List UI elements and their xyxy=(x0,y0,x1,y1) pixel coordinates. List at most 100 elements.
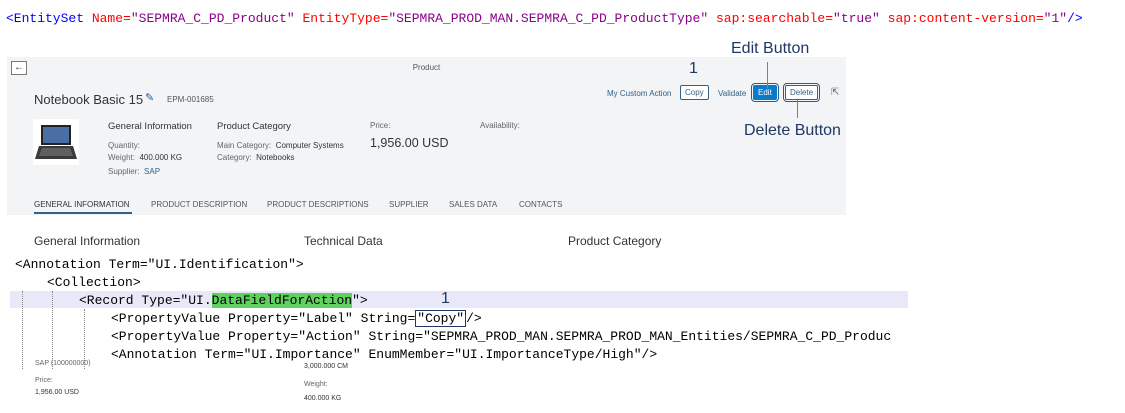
xml-val: "Label" xyxy=(298,311,353,326)
xml-attr: Property= xyxy=(220,311,299,326)
faded-supplier-text: SAP (100000000) xyxy=(35,360,91,367)
delete-button-callout: Delete Button xyxy=(744,122,841,139)
xml-collection-line: <Collection> xyxy=(47,275,141,290)
weight-value: 400.000 KG xyxy=(139,153,183,162)
object-id: EPM-001685 xyxy=(167,95,214,104)
marker-one-top: 1 xyxy=(689,60,698,77)
general-info-title: General Information xyxy=(108,121,192,132)
xml-val-entitytype: "SEPMRA_PROD_MAN.SEPMRA_C_PD_ProductType… xyxy=(388,11,709,26)
share-icon[interactable]: ⇱ xyxy=(831,87,839,98)
xml-action-property-line: <PropertyValue Property="Action" String=… xyxy=(111,329,908,344)
entityset-xml-line: <EntitySet Name="SEPMRA_C_PD_Product" En… xyxy=(6,11,1083,26)
main-category-value: Computer Systems xyxy=(275,141,344,150)
faded-weight-value: 400.000 KG xyxy=(304,395,342,402)
section-tabs: GENERAL INFORMATION PRODUCT DESCRIPTION … xyxy=(7,200,846,215)
edit-button-callout: Edit Button xyxy=(731,40,810,57)
delete-callout-line xyxy=(797,100,798,118)
xml-indent-guide xyxy=(52,291,53,369)
laptop-image xyxy=(33,119,79,165)
xml-close: /> xyxy=(1067,11,1083,26)
section-technical-data: Technical Data xyxy=(304,234,383,248)
xml-tag: <EntitySet xyxy=(6,11,85,26)
xml-val-copy-boxed: "Copy" xyxy=(415,310,467,327)
xml-attr-name: Name= xyxy=(91,11,131,26)
section-product-category: Product Category xyxy=(568,234,662,248)
xml-attr: Type= xyxy=(133,293,181,308)
xml-val: " xyxy=(352,293,360,308)
tab-general-information[interactable]: GENERAL INFORMATION xyxy=(34,200,130,209)
price-value: 1,956.00 USD xyxy=(370,136,449,150)
xml-attr-entitytype: EntityType= xyxy=(302,11,389,26)
quantity-field: Quantity: xyxy=(108,141,140,150)
copy-button[interactable]: Copy xyxy=(680,85,709,100)
xml-attr: String= xyxy=(360,329,424,344)
xml-tag: <Annotation xyxy=(111,347,197,362)
xml-close: > xyxy=(295,257,304,272)
xml-tag: <Collection> xyxy=(47,275,141,290)
faded-dimension-value: 3,000.000 CM xyxy=(304,363,348,370)
section-general-information: General Information xyxy=(34,234,141,248)
xml-val-searchable: "true" xyxy=(833,11,880,26)
page-header-title: Product xyxy=(412,63,441,72)
xml-annotation-line: <Annotation Term="UI.Identification"> xyxy=(15,257,304,272)
weight-field: Weight: 400.000 KG xyxy=(108,153,182,162)
category-label: Category: xyxy=(217,153,252,162)
xml-attr-searchable: sap:searchable= xyxy=(715,11,834,26)
fiori-object-page: ← Product Notebook Basic 15 ✎ EPM-001685… xyxy=(7,57,846,215)
xml-close: /> xyxy=(466,311,482,326)
xml-val-version: "1" xyxy=(1043,11,1068,26)
delete-button[interactable]: Delete xyxy=(782,83,821,102)
tab-product-descriptions[interactable]: PRODUCT DESCRIPTIONS xyxy=(267,200,369,209)
marker-one-bottom: 1 xyxy=(441,290,450,307)
edit-callout-line xyxy=(767,62,768,88)
xml-val: "SEPMRA_PROD_MAN.SEPMRA_PROD_MAN_Entitie… xyxy=(423,329,892,344)
xml-attr: Term= xyxy=(196,347,244,362)
weight-label: Weight: xyxy=(108,153,135,162)
xml-val: "UI. xyxy=(180,293,212,308)
xml-attr: Term= xyxy=(100,257,148,272)
supplier-label: Supplier: xyxy=(108,167,140,176)
validate-button[interactable]: Validate xyxy=(718,89,746,98)
my-custom-action-button[interactable]: My Custom Action xyxy=(607,89,671,98)
faded-price-label: Price: xyxy=(35,377,53,384)
xml-attr-version: sap:content-version= xyxy=(887,11,1044,26)
xml-close: > xyxy=(359,293,368,308)
faded-price-value: 1,956.00 USD xyxy=(35,389,79,396)
tab-contacts[interactable]: CONTACTS xyxy=(519,200,562,209)
xml-tag: <PropertyValue xyxy=(111,311,221,326)
xml-val: "UI.ImportanceType/High" xyxy=(454,347,642,362)
xml-indent-guide xyxy=(22,291,23,369)
xml-attr: String= xyxy=(352,311,416,326)
product-category-title: Product Category xyxy=(217,121,291,132)
xml-tag: <Record xyxy=(79,293,134,308)
xml-importance-line: <Annotation Term="UI.Importance" EnumMem… xyxy=(111,347,657,362)
tab-supplier[interactable]: SUPPLIER xyxy=(389,200,429,209)
xml-val-name: "SEPMRA_C_PD_Product" xyxy=(130,11,295,26)
main-category-field: Main Category: Computer Systems xyxy=(217,141,344,150)
xml-attr: Property= xyxy=(220,329,299,344)
xml-val-highlight: DataFieldForAction xyxy=(211,293,353,308)
tab-sales-data[interactable]: SALES DATA xyxy=(449,200,497,209)
quantity-label: Quantity: xyxy=(108,141,141,150)
category-value: Notebooks xyxy=(256,153,295,162)
edit-button[interactable]: Edit xyxy=(751,83,779,102)
availability-label: Availability: xyxy=(480,121,520,130)
xml-close: /> xyxy=(641,347,658,362)
xml-tag: <PropertyValue xyxy=(111,329,221,344)
object-title: Notebook Basic 15 xyxy=(34,92,144,107)
xml-val: "UI.Importance" xyxy=(243,347,361,362)
active-tab-indicator xyxy=(34,212,132,214)
category-field: Category: Notebooks xyxy=(217,153,294,162)
faded-weight-label: Weight: xyxy=(304,381,328,388)
edit-pencil-icon[interactable]: ✎ xyxy=(145,91,154,104)
supplier-link[interactable]: SAP xyxy=(144,167,160,176)
main-category-label: Main Category: xyxy=(217,141,272,150)
price-label: Price: xyxy=(370,121,391,130)
supplier-field: Supplier: SAP xyxy=(108,167,160,176)
xml-record-line: <Record Type="UI.DataFieldForAction"> xyxy=(79,293,368,308)
xml-label-property-line: <PropertyValue Property="Label" String= "… xyxy=(111,310,482,327)
tab-product-description[interactable]: PRODUCT DESCRIPTION xyxy=(151,200,247,209)
xml-tag: <Annotation xyxy=(15,257,101,272)
xml-indent-guide xyxy=(84,309,85,369)
xml-attr: EnumMember= xyxy=(360,347,455,362)
